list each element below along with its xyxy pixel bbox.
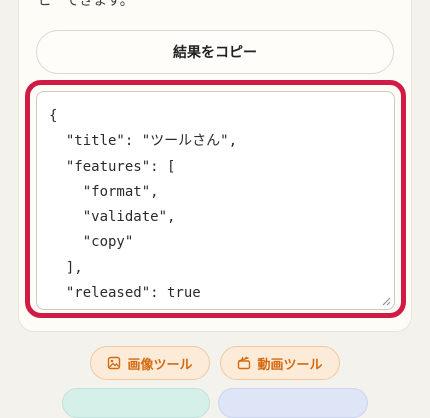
helper-text: ピーできます。	[38, 0, 134, 9]
json-output-text[interactable]: { "title": "ツールさん", "features": [ "forma…	[37, 92, 394, 309]
tool-link-partial-teal[interactable]	[62, 388, 210, 418]
video-tools-label: 動画ツール	[257, 357, 323, 373]
video-tools-link[interactable]: 動画ツール	[220, 346, 340, 380]
json-output-textarea[interactable]: { "title": "ツールさん", "features": [ "forma…	[36, 91, 395, 310]
image-icon	[107, 356, 121, 370]
resize-handle-icon[interactable]	[382, 297, 391, 306]
clapperboard-icon	[237, 356, 251, 370]
copy-result-button[interactable]: 結果をコピー	[36, 30, 394, 74]
image-tools-label: 画像ツール	[127, 357, 193, 373]
tool-link-partial-blue[interactable]	[218, 388, 368, 418]
image-tools-link[interactable]: 画像ツール	[90, 346, 210, 380]
